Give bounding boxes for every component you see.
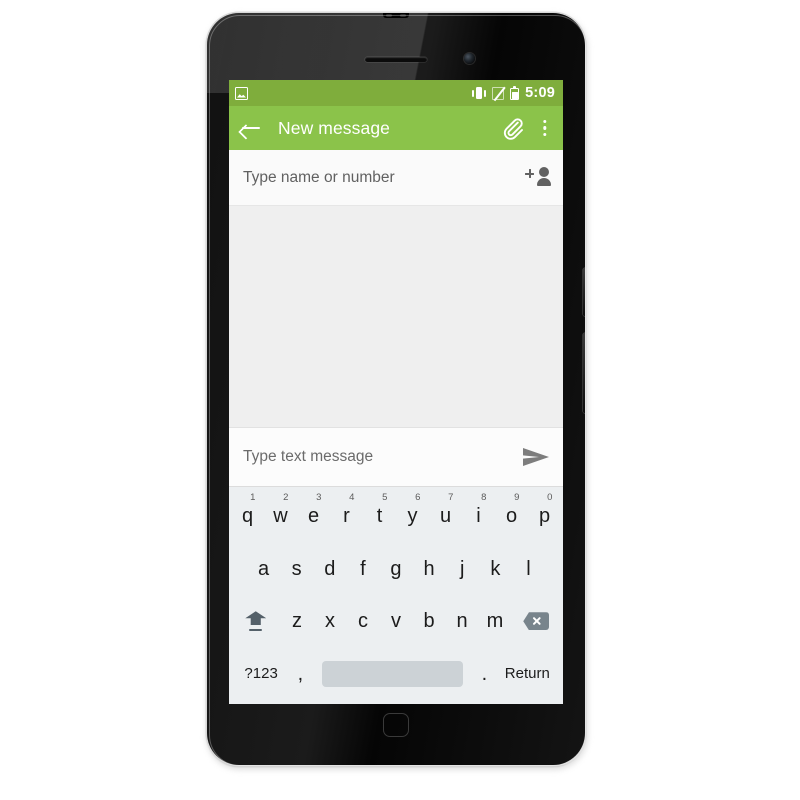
status-bar: 5:09 bbox=[229, 80, 563, 106]
key-v[interactable]: v bbox=[380, 595, 413, 648]
volume-key[interactable] bbox=[583, 333, 585, 413]
earpiece-speaker-icon bbox=[365, 57, 427, 62]
key-t[interactable]: 5t bbox=[363, 490, 396, 543]
on-screen-keyboard: 1q 2w 3e 4r 5t 6y 7u 8i 9o 0p a s d f g bbox=[229, 487, 563, 704]
keyboard-row-3: z x c v b n m bbox=[231, 595, 561, 648]
key-h[interactable]: h bbox=[413, 543, 446, 596]
shift-arrow-glyph bbox=[245, 611, 267, 632]
key-y[interactable]: 6y bbox=[396, 490, 429, 543]
comma-key[interactable]: , bbox=[285, 648, 315, 701]
key-n[interactable]: n bbox=[446, 595, 479, 648]
key-x[interactable]: x bbox=[314, 595, 347, 648]
return-key[interactable]: Return bbox=[500, 648, 555, 701]
key-m[interactable]: m bbox=[479, 595, 512, 648]
action-bar-buttons bbox=[501, 116, 553, 140]
period-key[interactable]: . bbox=[469, 648, 499, 701]
key-g[interactable]: g bbox=[379, 543, 412, 596]
recipient-row bbox=[229, 150, 563, 206]
key-o[interactable]: 9o bbox=[495, 490, 528, 543]
power-key[interactable] bbox=[583, 268, 585, 316]
key-r[interactable]: 4r bbox=[330, 490, 363, 543]
phone-screen: 5:09 New message Type name or number Typ… bbox=[229, 80, 563, 704]
key-u[interactable]: 7u bbox=[429, 490, 462, 543]
keyboard-row-1: 1q 2w 3e 4r 5t 6y 7u 8i 9o 0p bbox=[231, 490, 561, 543]
status-bar-notifications bbox=[235, 86, 248, 100]
photo-icon bbox=[235, 86, 248, 100]
add-person-icon[interactable] bbox=[525, 166, 551, 190]
space-key[interactable] bbox=[316, 648, 470, 701]
key-k[interactable]: k bbox=[479, 543, 512, 596]
key-c[interactable]: c bbox=[347, 595, 380, 648]
status-bar-system-icons: 5:09 bbox=[471, 86, 555, 101]
keyboard-row-2: a s d f g h j k l bbox=[231, 543, 561, 596]
recipient-input[interactable] bbox=[243, 168, 525, 187]
conversation-area bbox=[229, 206, 563, 427]
key-i[interactable]: 8i bbox=[462, 490, 495, 543]
home-button[interactable] bbox=[383, 713, 409, 737]
page-title: New message bbox=[278, 117, 390, 138]
key-b[interactable]: b bbox=[413, 595, 446, 648]
keyboard-row-4: ?123 , . Return bbox=[231, 648, 561, 701]
key-a[interactable]: a bbox=[247, 543, 280, 596]
battery-icon bbox=[510, 86, 520, 100]
message-input[interactable] bbox=[243, 448, 521, 466]
compose-row bbox=[229, 427, 563, 487]
antenna-notch bbox=[383, 13, 409, 18]
key-w[interactable]: 2w bbox=[264, 490, 297, 543]
symbols-key[interactable]: ?123 bbox=[237, 648, 285, 701]
shift-icon[interactable] bbox=[231, 595, 281, 648]
back-arrow-icon[interactable] bbox=[238, 115, 264, 141]
overflow-menu-icon[interactable] bbox=[537, 117, 553, 139]
front-camera-icon bbox=[464, 53, 475, 64]
key-z[interactable]: z bbox=[281, 595, 314, 648]
key-f[interactable]: f bbox=[346, 543, 379, 596]
phone-device: 5:09 New message Type name or number Typ… bbox=[207, 13, 585, 765]
key-s[interactable]: s bbox=[280, 543, 313, 596]
backspace-icon[interactable] bbox=[512, 595, 562, 648]
key-p[interactable]: 0p bbox=[528, 490, 561, 543]
screenshot-root: 5:09 New message Type name or number Typ… bbox=[0, 0, 800, 800]
key-d[interactable]: d bbox=[313, 543, 346, 596]
key-e[interactable]: 3e bbox=[297, 490, 330, 543]
paperclip-icon[interactable] bbox=[501, 116, 525, 140]
spacebar-surface bbox=[321, 660, 464, 687]
backspace-glyph bbox=[523, 612, 550, 631]
action-bar: New message bbox=[229, 106, 563, 150]
vibrate-icon bbox=[471, 86, 486, 100]
no-signal-icon bbox=[492, 86, 505, 100]
status-bar-clock: 5:09 bbox=[525, 84, 555, 101]
key-l[interactable]: l bbox=[512, 543, 545, 596]
key-q[interactable]: 1q bbox=[231, 490, 264, 543]
send-icon[interactable] bbox=[521, 445, 551, 469]
key-j[interactable]: j bbox=[446, 543, 479, 596]
